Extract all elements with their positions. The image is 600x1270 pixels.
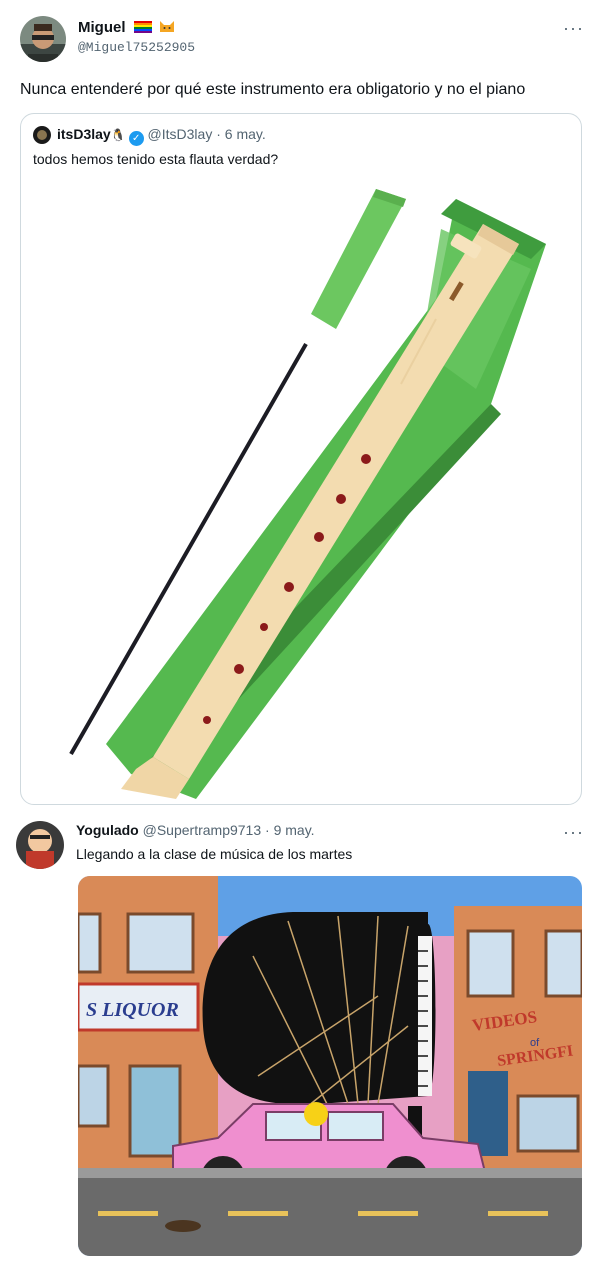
- avatar-itsd3lay[interactable]: [33, 126, 51, 144]
- reply-text: Llegando a la clase de música de los mar…: [76, 846, 353, 862]
- quote-author-name[interactable]: itsD3lay: [57, 126, 111, 142]
- reply-date[interactable]: · 9 may.: [265, 822, 315, 838]
- reply-author-name[interactable]: Yogulado: [76, 822, 139, 838]
- author-name[interactable]: Miguel: [78, 19, 126, 36]
- quoted-tweet-card[interactable]: itsD3lay🐧 ✓ @ItsD3lay · 6 may. todos hemo…: [20, 113, 582, 805]
- avatar-yogulado[interactable]: [16, 821, 64, 869]
- author-handle[interactable]: @Miguel75252905: [78, 40, 195, 55]
- verified-badge-icon: ✓: [128, 131, 144, 146]
- penguin-icon: 🐧: [110, 128, 126, 142]
- rainbow-flag-icon: [133, 21, 152, 33]
- quote-author-line: itsD3lay🐧 ✓ @ItsD3lay · 6 may.: [57, 126, 266, 146]
- cat-face-icon: [160, 21, 175, 32]
- more-options-icon[interactable]: ···: [563, 18, 584, 39]
- reply-author-handle[interactable]: @Supertramp9713: [143, 822, 262, 838]
- quote-date[interactable]: · 6 may.: [216, 126, 266, 142]
- quote-author-handle[interactable]: @ItsD3lay: [148, 126, 213, 142]
- avatar-miguel[interactable]: [20, 16, 66, 62]
- recorder-flute-image[interactable]: [61, 189, 571, 804]
- quote-text: todos hemos tenido esta flauta verdad?: [33, 151, 279, 167]
- reply-more-options-icon[interactable]: ···: [563, 822, 584, 843]
- tweet-author-line: Miguel: [78, 19, 175, 37]
- reply-image[interactable]: S LIQUOR VIDEOS of SPRINGFI: [78, 876, 582, 1256]
- liquor-sign: S LIQUOR: [86, 999, 179, 1021]
- tweet-text: Nunca entenderé por qué este instrumento…: [20, 81, 526, 98]
- reply-author-line: Yogulado @Supertramp9713 · 9 may.: [76, 822, 315, 838]
